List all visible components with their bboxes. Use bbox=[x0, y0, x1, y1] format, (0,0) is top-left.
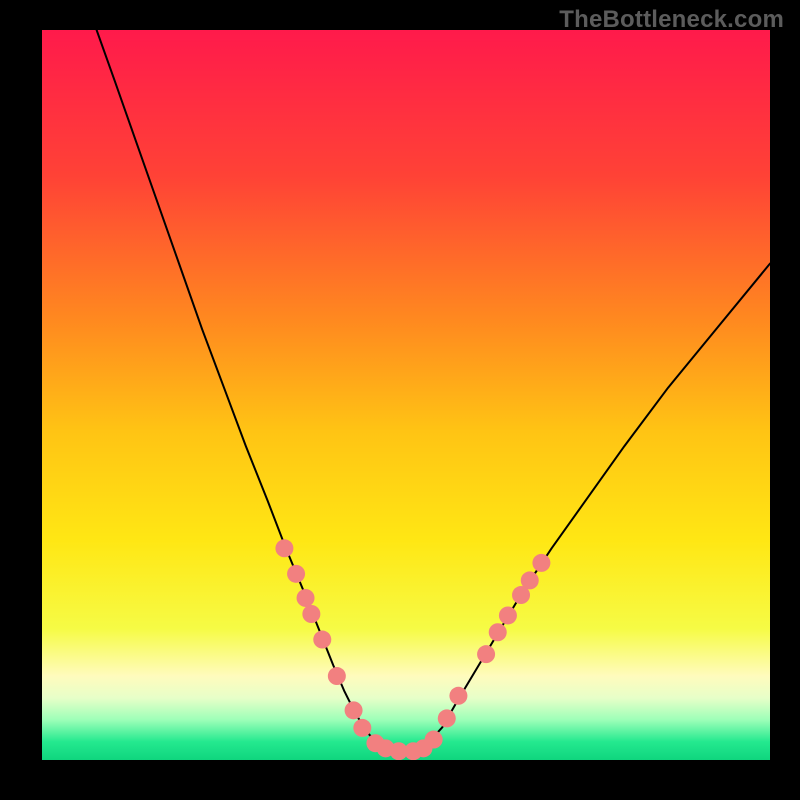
curve-marker bbox=[449, 687, 467, 705]
curve-marker bbox=[532, 554, 550, 572]
curve-marker bbox=[275, 539, 293, 557]
watermark-text: TheBottleneck.com bbox=[559, 6, 784, 34]
chart-container: TheBottleneck.com bbox=[0, 0, 800, 800]
curve-marker bbox=[345, 701, 363, 719]
curve-marker bbox=[521, 571, 539, 589]
curve-marker bbox=[353, 719, 371, 737]
curve-marker bbox=[499, 606, 517, 624]
curve-marker bbox=[328, 667, 346, 685]
curve-marker bbox=[438, 709, 456, 727]
curve-marker bbox=[313, 631, 331, 649]
curve-marker bbox=[425, 731, 443, 749]
curve-marker bbox=[477, 645, 495, 663]
curve-marker bbox=[489, 623, 507, 641]
plot-background bbox=[42, 30, 770, 760]
curve-marker bbox=[297, 589, 315, 607]
curve-marker bbox=[287, 565, 305, 583]
curve-marker bbox=[302, 605, 320, 623]
chart-svg bbox=[0, 0, 800, 800]
